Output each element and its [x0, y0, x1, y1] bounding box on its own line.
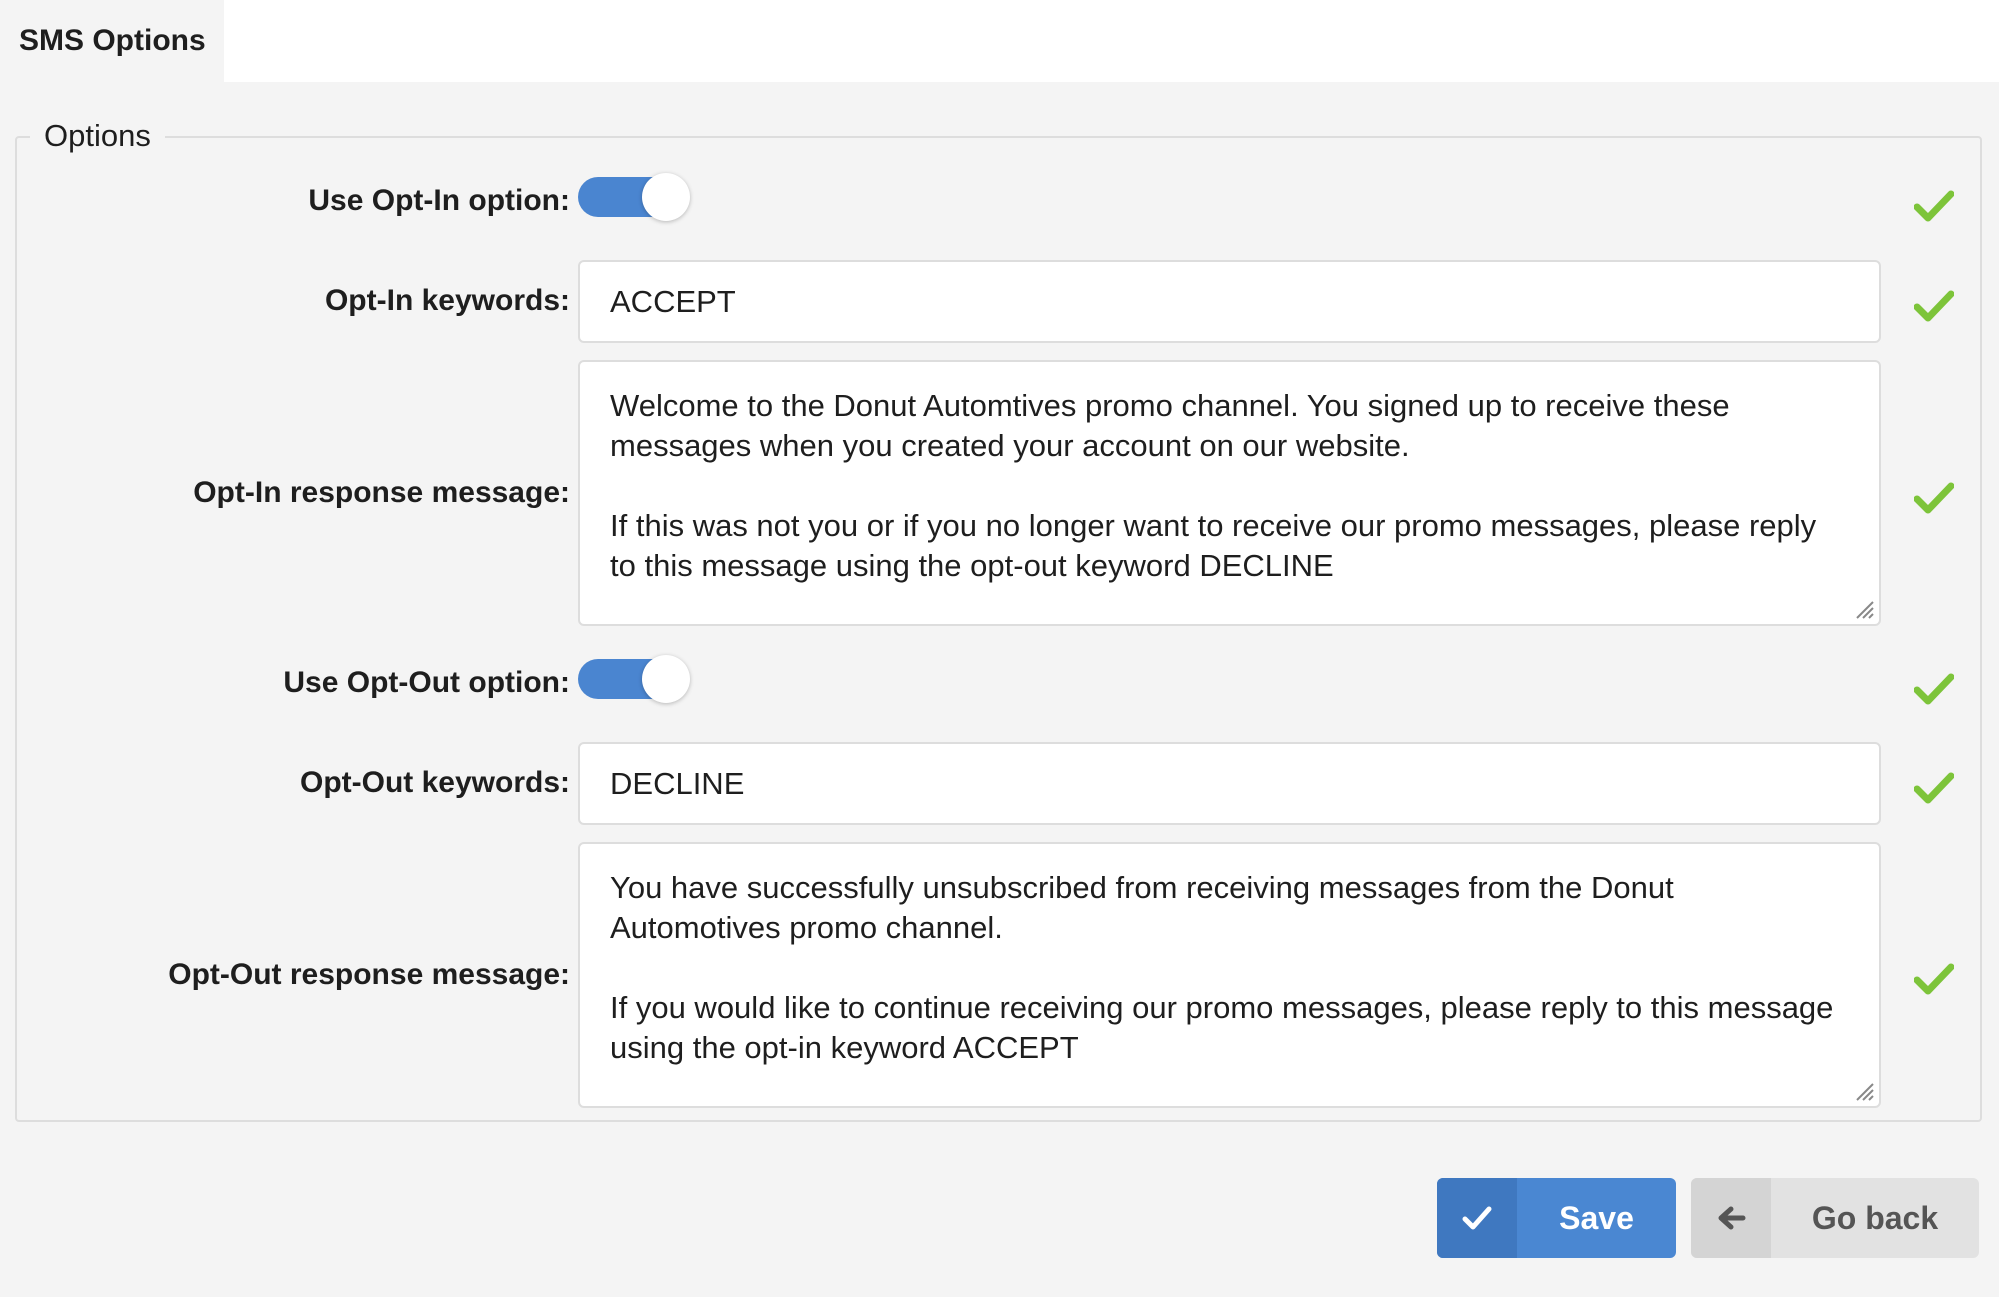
save-button-label: Save [1559, 1199, 1634, 1236]
check-icon [1914, 290, 1954, 322]
opt-in-response-label: Opt-In response message: [193, 476, 570, 509]
opt-out-keywords-label: Opt-Out keywords: [299, 766, 570, 799]
use-opt-out-label: Use Opt-Out option: [283, 666, 570, 699]
message-paragraph: If this was not you or if you no longer … [610, 508, 1817, 583]
message-paragraph: Welcome to the Donut Automtives promo ch… [610, 388, 1730, 463]
opt-in-keywords-input[interactable] [578, 260, 1881, 343]
opt-in-keywords-label: Opt-In keywords: [324, 284, 570, 317]
opt-out-response-textarea[interactable]: You have successfully unsubscribed from … [578, 842, 1881, 1108]
use-opt-in-toggle[interactable] [578, 173, 694, 221]
check-icon [1914, 963, 1954, 995]
opt-out-response-label: Opt-Out response message: [168, 958, 570, 991]
resize-handle-icon[interactable] [1853, 598, 1875, 620]
toggle-knob [642, 173, 690, 221]
opt-out-keywords-input[interactable] [578, 742, 1881, 825]
check-icon [1914, 673, 1954, 705]
tab-bar [0, 0, 1999, 82]
toggle-knob [642, 655, 690, 703]
use-opt-in-label: Use Opt-In option: [308, 184, 570, 217]
go-back-button-label: Go back [1811, 1199, 1939, 1236]
check-icon [1914, 190, 1954, 222]
go-back-button[interactable]: Go back [1691, 1178, 1979, 1258]
check-icon [1914, 482, 1954, 514]
opt-in-response-textarea[interactable]: Welcome to the Donut Automtives promo ch… [578, 360, 1881, 626]
use-opt-out-toggle[interactable] [578, 655, 694, 703]
arrow-left-icon [1691, 1178, 1771, 1258]
check-icon [1437, 1178, 1517, 1258]
save-button[interactable]: Save [1437, 1178, 1676, 1258]
tab-sms-options[interactable]: SMS Options [0, 0, 224, 82]
options-legend: Options [30, 116, 165, 156]
message-paragraph: You have successfully unsubscribed from … [610, 870, 1674, 945]
check-icon [1914, 772, 1954, 804]
message-paragraph: If you would like to continue receiving … [610, 990, 1834, 1065]
resize-handle-icon[interactable] [1853, 1080, 1875, 1102]
tab-label: SMS Options [19, 24, 206, 57]
